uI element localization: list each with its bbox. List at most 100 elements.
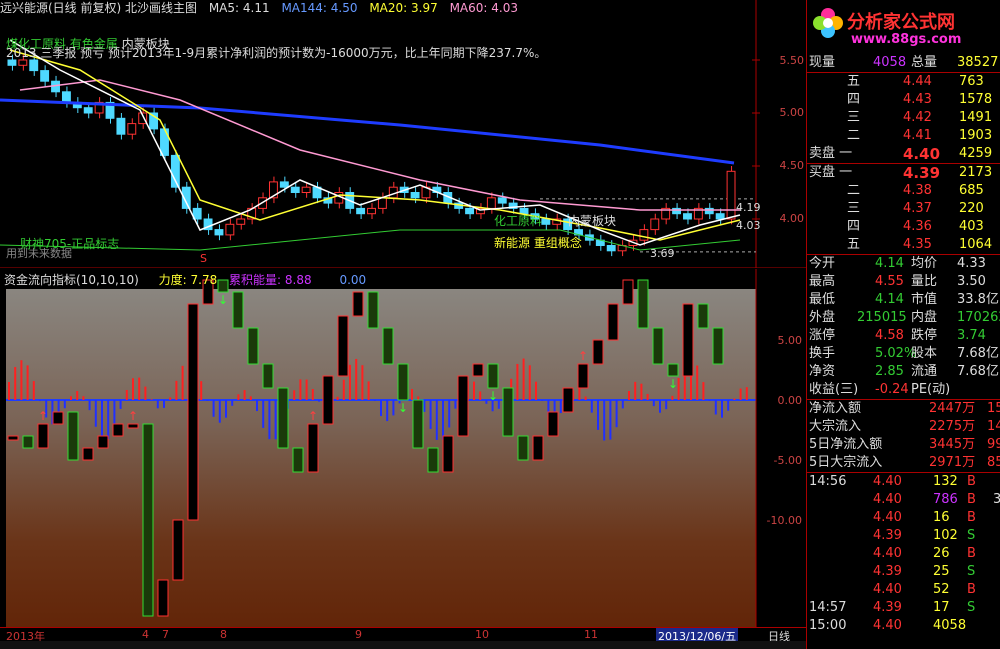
flow-bar	[212, 400, 215, 417]
flow-bar	[318, 400, 320, 402]
flow-bar	[218, 400, 221, 423]
candle-body	[214, 229, 224, 236]
flow-bar	[63, 400, 66, 409]
ask-level: 三	[847, 110, 861, 125]
candle-body	[61, 91, 71, 103]
tick-side: B	[967, 546, 976, 561]
momentum-block	[577, 363, 589, 389]
stat-value: 7.68亿	[957, 364, 999, 379]
momentum-block	[442, 435, 454, 473]
momentum-block	[697, 303, 709, 329]
flow-bar	[249, 396, 252, 400]
momentum-block	[127, 423, 139, 429]
momentum-block	[622, 279, 634, 305]
bid-row: 四 4.36 403	[807, 218, 1000, 236]
candle-body	[236, 218, 246, 225]
flow-bar	[386, 400, 389, 422]
flow-bar	[721, 400, 723, 418]
stat-label: 流通	[911, 364, 938, 379]
candle-body	[40, 70, 50, 82]
stat-label: 量比	[911, 274, 938, 289]
future-data-warning: 用到未来数据	[6, 247, 72, 260]
bid-level: 五	[847, 237, 861, 252]
sell-arrow-icon: ↓	[218, 293, 228, 307]
ind-y-tick: 5.00	[777, 334, 803, 347]
tick-row: 15:00 4.40 4058	[807, 617, 1000, 635]
ask-row: 四 4.43 1578	[807, 91, 1000, 109]
flow-bar	[417, 396, 420, 400]
date-month: 11	[584, 628, 598, 641]
flow-bar	[231, 400, 234, 406]
momentum-block	[52, 411, 64, 425]
main-price-chart[interactable]: 远兴能源(日线 前复权) 北沙画线主图 MA5: 4.11 MA144: 4.5…	[0, 0, 806, 268]
flower-logo-icon	[813, 8, 843, 38]
flow-value: 2971万	[929, 455, 976, 470]
flow-bar	[615, 400, 618, 428]
candle-body	[726, 170, 736, 220]
indicator-canvas[interactable]: ↑ ↑ ↓ ↑ ↓ ↓ ↑ ↓	[0, 269, 806, 627]
bid-level: 四	[847, 219, 861, 234]
ind-y-tick: -10.00	[766, 514, 802, 527]
bid-level: 买盘 一	[809, 165, 853, 180]
candle-body	[367, 207, 376, 215]
ma20-label: MA20: 3.97	[369, 1, 438, 15]
ask-price: 4.42	[903, 110, 932, 125]
flow-bar	[70, 396, 72, 400]
bid-volume: 685	[959, 183, 984, 198]
momentum-block	[112, 423, 124, 437]
flow-bar	[659, 400, 661, 413]
bid-volume: 220	[959, 201, 984, 216]
flow-bar	[435, 400, 438, 440]
flow-bar	[119, 400, 122, 409]
flow-label: 5日净流入额	[809, 437, 883, 452]
bid-volume: 2173	[959, 165, 993, 180]
flow-bar	[454, 400, 457, 409]
stat-label: 涨停	[809, 328, 836, 343]
stat-label: 外盘	[809, 310, 836, 325]
tick-volume: 17	[933, 600, 950, 615]
flow-bar	[528, 365, 531, 400]
tick-price: 4.39	[873, 528, 902, 543]
flow-row: 5日大宗流入 2971万 85	[807, 454, 1000, 472]
tick-price: 4.40	[873, 618, 902, 633]
ask-row: 三 4.42 1491	[807, 109, 1000, 127]
flow-bar	[429, 400, 432, 429]
momentum-block	[247, 327, 259, 365]
stat-label: 跌停	[911, 328, 938, 343]
date-month: 8	[220, 628, 227, 641]
y-tick: 5.00	[779, 106, 805, 119]
flow-bar	[603, 400, 606, 441]
ask-level: 卖盘 一	[809, 146, 853, 161]
flow-bar	[423, 400, 426, 412]
tick-volume: 52	[933, 582, 950, 597]
stat-value: 215015	[857, 310, 907, 325]
momentum-block	[457, 375, 469, 437]
flow-label: 净流入额	[809, 401, 862, 416]
stat-row: 最低 4.14 市值 33.8亿	[807, 291, 1000, 309]
flow-bar	[634, 381, 637, 400]
momentum-block	[427, 447, 439, 473]
flow-bar	[132, 378, 134, 400]
date-axis: 2013年 4 7 8 9 10 11 2013/12/06/五 日线	[0, 627, 806, 644]
ask-price: 4.41	[903, 128, 932, 143]
stat-label: 换手	[809, 346, 836, 361]
flow-bar	[590, 400, 593, 413]
fund-flow-indicator[interactable]: ↑ ↑ ↓ ↑ ↓ ↓ ↑ ↓ 资金流向指标(10,10,10) 力度: 7.78 累积能量:…	[0, 269, 806, 627]
sell-arrow-icon: ↓	[668, 377, 678, 391]
ask-volume: 4259	[959, 146, 993, 161]
y-tick: 5.50	[779, 54, 805, 67]
ma144-label: MA144: 4.50	[281, 1, 358, 15]
flow-bar	[225, 400, 227, 418]
momentum-block	[592, 339, 604, 365]
candle-body	[116, 117, 126, 135]
flow-bar	[355, 358, 358, 400]
momentum-block	[37, 423, 49, 449]
flow-bar	[535, 381, 537, 400]
candle-body	[541, 218, 551, 225]
flow-bar	[206, 400, 209, 402]
indicator-title: 资金流向指标(10,10,10)	[4, 273, 139, 287]
flow-bar	[349, 364, 351, 400]
ask-price: 4.40	[903, 145, 941, 163]
bottom-tab-strip[interactable]	[0, 641, 806, 649]
earnings-notice: 2013 三季报 预亏 预计2013年1-9月累计净利润的预计数为-16000万…	[6, 46, 547, 60]
